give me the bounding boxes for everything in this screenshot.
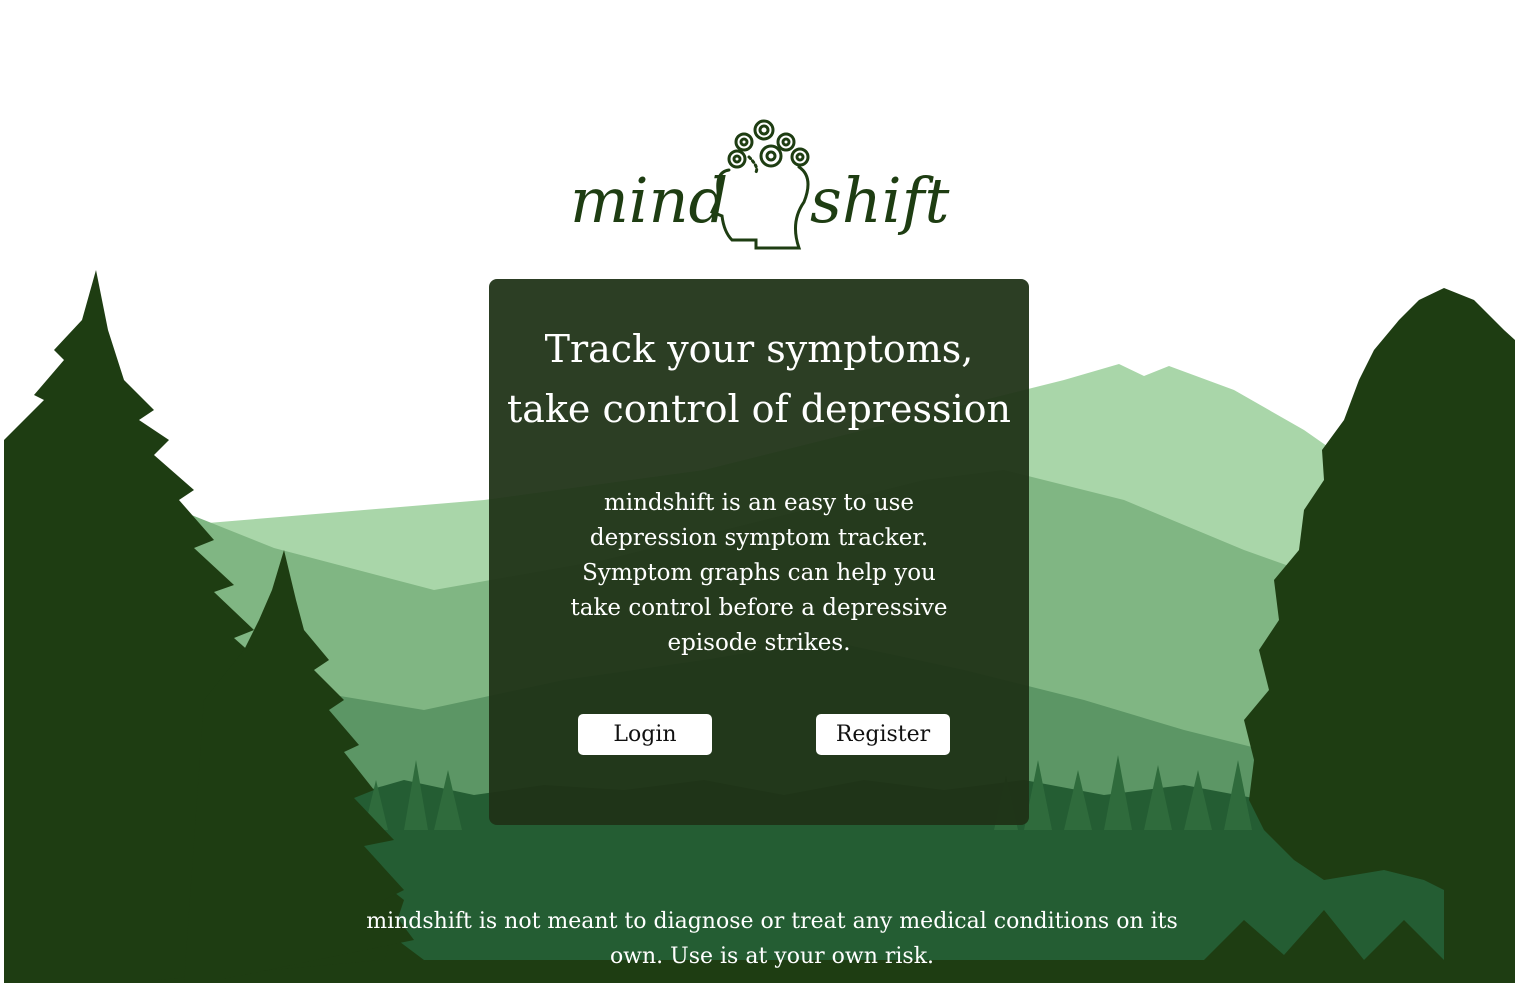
card-title-line2: take control of depression: [506, 387, 1012, 431]
logo-shift-text: shift: [810, 164, 950, 237]
card-title: Track your symptoms, take control of dep…: [499, 319, 1019, 439]
card-description: mindshift is an easy to use depression s…: [570, 490, 948, 656]
page-frame: mind shift Track your symptoms, take con…: [4, 0, 1515, 983]
card-title-line1: Track your symptoms,: [544, 327, 974, 371]
logo-mind-text: mind: [570, 164, 729, 237]
login-button[interactable]: Login: [578, 714, 712, 755]
register-button[interactable]: Register: [816, 714, 950, 755]
disclaimer-text: mindshift is not meant to diagnose or tr…: [366, 909, 1178, 969]
intro-card: Track your symptoms, take control of dep…: [489, 279, 1029, 825]
